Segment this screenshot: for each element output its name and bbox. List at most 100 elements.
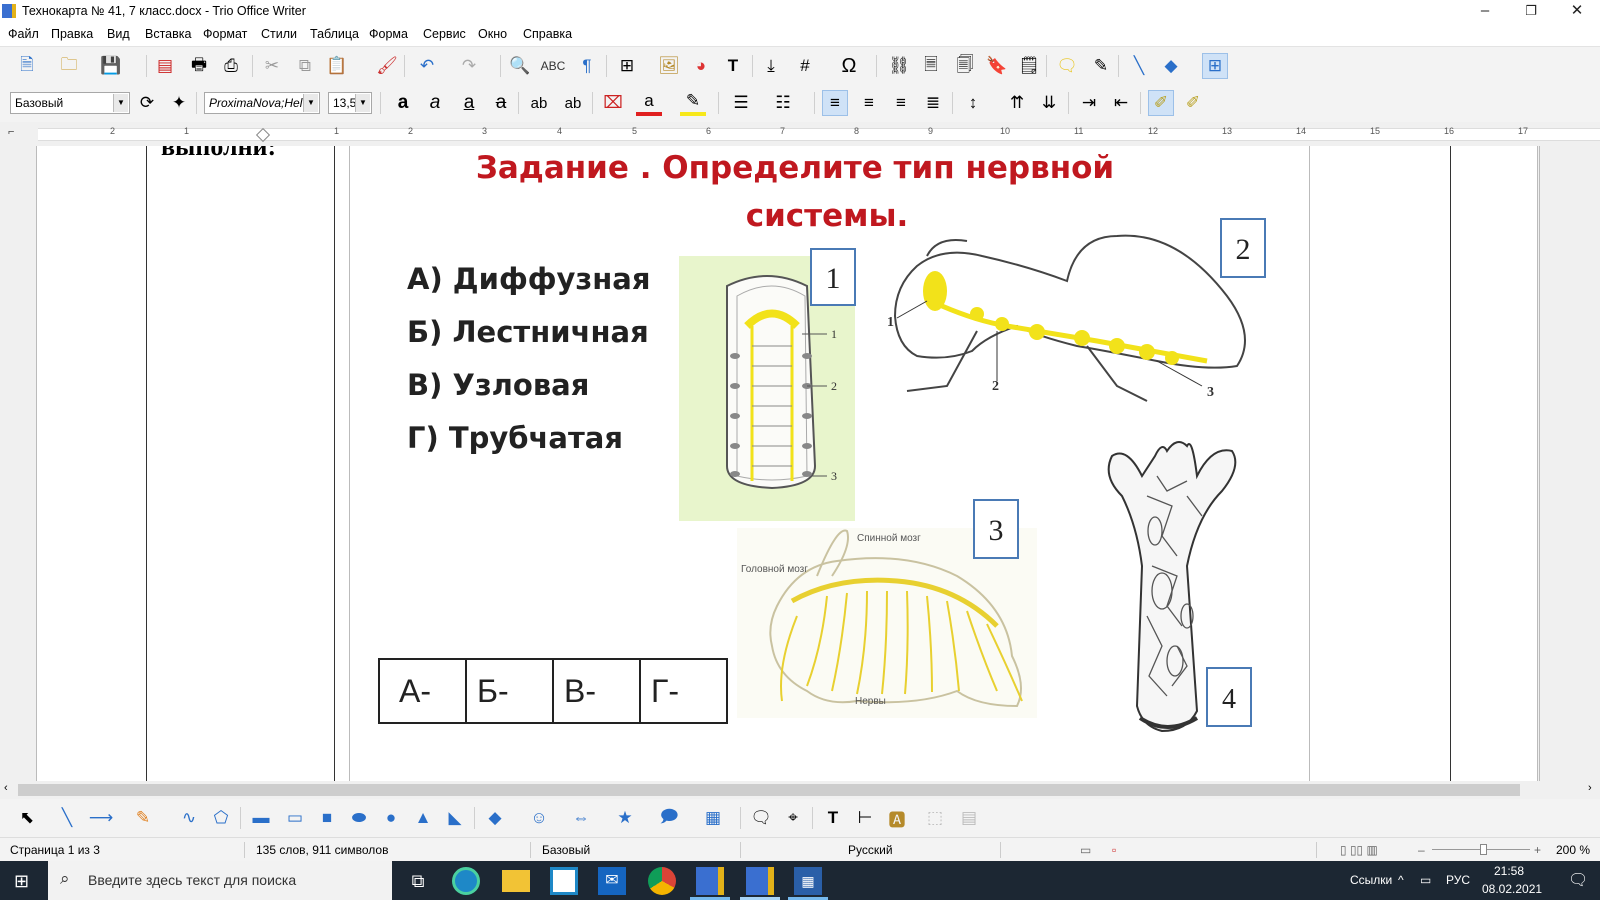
insert-chart-icon[interactable]: ◕ bbox=[688, 53, 714, 79]
polygon-icon[interactable]: ⬠ bbox=[208, 805, 234, 831]
special-character-icon[interactable]: Ω bbox=[836, 53, 862, 79]
document-page[interactable]: выполни: Задание . Определите тип нервно… bbox=[36, 146, 1540, 781]
align-center-icon[interactable]: ≡ bbox=[856, 90, 882, 116]
justify-icon[interactable]: ≣ bbox=[920, 90, 946, 116]
bold-icon[interactable]: a bbox=[390, 90, 416, 116]
scroll-right-icon[interactable]: › bbox=[1588, 782, 1592, 794]
restore-button[interactable]: ❐ bbox=[1508, 0, 1554, 24]
document-area[interactable]: выполни: Задание . Определите тип нервно… bbox=[0, 146, 1600, 781]
menu-tools[interactable]: Сервис bbox=[423, 27, 466, 41]
ruler[interactable]: ⌐ 2 1 1 2 3 4 5 6 7 8 9 10 11 12 13 14 1… bbox=[0, 122, 1600, 146]
input-language[interactable]: РУС bbox=[1446, 873, 1470, 887]
zoom-in-icon[interactable]: + bbox=[1534, 843, 1541, 857]
file-explorer-icon[interactable] bbox=[502, 870, 530, 892]
minimize-button[interactable]: – bbox=[1462, 0, 1508, 24]
page-break-icon[interactable]: ⤓ bbox=[758, 53, 784, 79]
page-style[interactable]: Базовый bbox=[542, 843, 590, 857]
triangle-icon[interactable]: ▲ bbox=[410, 805, 436, 831]
bullet-list-icon[interactable]: ☰ bbox=[728, 90, 754, 116]
task-view-icon[interactable]: ⧉ bbox=[404, 867, 432, 895]
edge-browser-icon[interactable] bbox=[452, 867, 480, 895]
numbered-list-icon[interactable]: ☷ bbox=[770, 90, 796, 116]
curve-icon[interactable]: ∿ bbox=[176, 805, 202, 831]
paragraph-style-select[interactable]: Базовый ▼ bbox=[10, 92, 130, 114]
notifications-icon[interactable]: 🗨 bbox=[1568, 870, 1588, 890]
menu-styles[interactable]: Стили bbox=[261, 27, 297, 41]
taskbar-search[interactable]: ⌕ Введите здесь текст для поиска bbox=[48, 861, 392, 900]
close-button[interactable]: ✕ bbox=[1554, 0, 1600, 24]
print-preview-icon[interactable]: ⎙ bbox=[218, 53, 244, 79]
trio-office-icon[interactable] bbox=[696, 867, 724, 895]
page-count[interactable]: Страница 1 из 3 bbox=[10, 843, 100, 857]
chrome-icon[interactable] bbox=[648, 867, 676, 895]
format-paintbrush-icon[interactable]: ✐ bbox=[1148, 90, 1174, 116]
stars-icon[interactable]: ★ bbox=[612, 805, 638, 831]
insert-field-icon[interactable]: # bbox=[792, 53, 818, 79]
strikethrough-icon[interactable]: a bbox=[488, 90, 514, 116]
decrease-paragraph-spacing-icon[interactable]: ⇊ bbox=[1036, 90, 1062, 116]
save-icon[interactable]: 💾 bbox=[98, 53, 124, 79]
find-replace-icon[interactable]: 🔍 bbox=[507, 53, 533, 79]
scroll-left-icon[interactable]: ‹ bbox=[4, 782, 8, 794]
underline-icon[interactable]: a bbox=[456, 90, 482, 116]
highlight-icon[interactable]: ✎ bbox=[680, 90, 706, 116]
export-pdf-icon[interactable]: ▤ bbox=[152, 53, 178, 79]
smiley-shapes-icon[interactable]: ☺ bbox=[526, 805, 552, 831]
clone-format-icon[interactable]: 🖌 bbox=[374, 53, 400, 79]
clock-time[interactable]: 21:58 bbox=[1494, 864, 1524, 878]
cut-icon[interactable]: ✂ bbox=[259, 53, 285, 79]
print-icon[interactable]: 🖶 bbox=[186, 53, 212, 79]
word-count[interactable]: 135 слов, 911 символов bbox=[256, 843, 388, 857]
arrow-line-icon[interactable]: ⟶ bbox=[88, 805, 114, 831]
hyperlink-icon[interactable]: ⛓ bbox=[886, 53, 912, 79]
horizontal-scrollbar[interactable]: ‹ › bbox=[0, 781, 1600, 799]
menu-insert[interactable]: Вставка bbox=[145, 27, 191, 41]
insert-text-icon[interactable]: T bbox=[820, 805, 846, 831]
menu-file[interactable]: Файл bbox=[8, 27, 39, 41]
formatting-marks-icon[interactable]: ¶ bbox=[574, 53, 600, 79]
network-icon[interactable]: ▭ bbox=[1420, 873, 1431, 887]
flowchart-icon[interactable]: ▦ bbox=[700, 805, 726, 831]
undo-icon[interactable]: ↶ bbox=[414, 53, 440, 79]
copy-icon[interactable]: ⧉ bbox=[292, 53, 318, 79]
footnote-icon[interactable]: 🗏 bbox=[918, 53, 944, 79]
zoom-level[interactable]: 200 % bbox=[1556, 843, 1590, 857]
align-left-icon[interactable]: ≡ bbox=[822, 90, 848, 116]
spellcheck-icon[interactable]: ABC bbox=[540, 53, 566, 79]
tab-stop-icon[interactable]: ⌐ bbox=[8, 126, 14, 138]
menu-edit[interactable]: Правка bbox=[51, 27, 93, 41]
show-draw-functions-icon[interactable]: ⊞ bbox=[1202, 53, 1228, 79]
fontwork-icon[interactable]: 🅰 bbox=[884, 805, 910, 831]
endnote-icon[interactable]: 🗐 bbox=[952, 53, 978, 79]
circle-icon[interactable]: ● bbox=[378, 805, 404, 831]
insert-line-icon[interactable]: ╲ bbox=[1126, 53, 1152, 79]
increase-paragraph-spacing-icon[interactable]: ⇈ bbox=[1004, 90, 1030, 116]
subscript-icon[interactable]: ab bbox=[560, 90, 586, 116]
vertical-text-icon[interactable]: ⊢ bbox=[852, 805, 878, 831]
redo-icon[interactable]: ↷ bbox=[456, 53, 482, 79]
scroll-thumb[interactable] bbox=[18, 784, 1520, 796]
selection-mode-icon[interactable]: ▫ bbox=[1112, 843, 1116, 857]
open-folder-icon[interactable]: 🗀 bbox=[56, 53, 82, 79]
insert-textbox-icon[interactable]: T bbox=[720, 53, 746, 79]
clock-date[interactable]: 08.02.2021 bbox=[1482, 882, 1542, 896]
new-document-icon[interactable]: 🗎 bbox=[14, 53, 40, 79]
3d-icon[interactable]: ▤ bbox=[956, 805, 982, 831]
clear-direct-icon[interactable]: ✐ bbox=[1180, 90, 1206, 116]
font-color-icon[interactable]: a bbox=[636, 90, 662, 116]
update-style-icon[interactable]: ⟳ bbox=[134, 90, 160, 116]
align-right-icon[interactable]: ≡ bbox=[888, 90, 914, 116]
menu-form[interactable]: Форма bbox=[369, 27, 408, 41]
comment-icon[interactable]: 🗨 bbox=[1054, 53, 1080, 79]
basic-shapes-icon[interactable]: ◆ bbox=[1158, 53, 1184, 79]
insert-image-icon[interactable]: 🖼 bbox=[656, 53, 682, 79]
cross-reference-icon[interactable]: 🗒 bbox=[1016, 53, 1042, 79]
new-style-icon[interactable]: ✦ bbox=[166, 90, 192, 116]
view-layout-icon[interactable]: ▯ ▯▯ ▥ bbox=[1340, 843, 1378, 857]
superscript-icon[interactable]: ab bbox=[526, 90, 552, 116]
italic-icon[interactable]: a bbox=[422, 90, 448, 116]
select-pointer-icon[interactable]: ⬉ bbox=[14, 805, 40, 831]
mail-icon[interactable]: ✉ bbox=[598, 867, 626, 895]
extrusion-icon[interactable]: ⬚ bbox=[922, 805, 948, 831]
square-icon[interactable]: ■ bbox=[314, 805, 340, 831]
